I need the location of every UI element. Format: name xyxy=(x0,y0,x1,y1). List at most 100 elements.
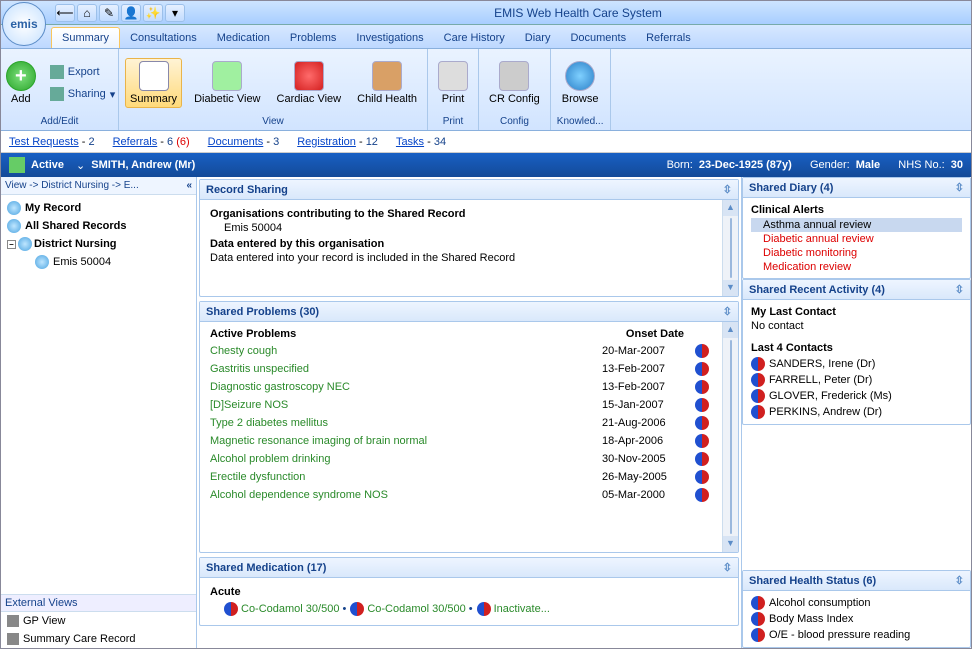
problem-row[interactable]: Erectile dysfunction26-May-2005 xyxy=(210,468,712,486)
expand-icon[interactable]: ⇳ xyxy=(723,305,732,318)
problem-name: [D]Seizure NOS xyxy=(210,396,602,414)
notification-strip: Test Requests - 2 Referrals - 6 (6) Docu… xyxy=(1,131,971,153)
summary-view-button[interactable]: Summary xyxy=(125,58,182,108)
link-referrals[interactable]: Referrals xyxy=(113,136,158,148)
problem-row[interactable]: Gastritis unspecified13-Feb-2007 xyxy=(210,360,712,378)
expand-icon[interactable]: ⇳ xyxy=(955,283,964,296)
onset-date: 15-Jan-2007 xyxy=(602,396,692,414)
shared-icon xyxy=(695,362,709,376)
problems-table: Active ProblemsOnset Date Chesty cough20… xyxy=(210,326,712,504)
clinical-alert[interactable]: Diabetic monitoring xyxy=(751,246,962,260)
medication-item[interactable]: Co-Codamol 30/500 • xyxy=(224,602,346,616)
link-documents[interactable]: Documents xyxy=(208,136,264,148)
add-label: Add xyxy=(11,93,31,105)
contact-item[interactable]: PERKINS, Andrew (Dr) xyxy=(751,404,962,420)
link-registration[interactable]: Registration xyxy=(297,136,356,148)
tab-medication[interactable]: Medication xyxy=(207,28,280,48)
onset-date: 13-Feb-2007 xyxy=(602,360,692,378)
problem-row[interactable]: Alcohol problem drinking30-Nov-2005 xyxy=(210,450,712,468)
main-content: View -> District Nursing -> E... « My Re… xyxy=(1,177,971,648)
medication-item[interactable]: Co-Codamol 30/500 • xyxy=(350,602,472,616)
gear-icon xyxy=(499,61,529,91)
collapse-node-icon[interactable]: – xyxy=(7,240,16,249)
tree-district-nursing[interactable]: –District Nursing xyxy=(7,235,190,253)
scrollbar[interactable]: ▲▼ xyxy=(722,200,738,296)
health-status-item[interactable]: Alcohol consumption xyxy=(751,595,962,611)
problem-row[interactable]: Diagnostic gastroscopy NEC13-Feb-2007 xyxy=(210,378,712,396)
health-status-item[interactable]: O/E - blood pressure reading xyxy=(751,627,962,643)
contact-item[interactable]: FARRELL, Peter (Dr) xyxy=(751,372,962,388)
sharing-button[interactable]: Sharing ▾ xyxy=(48,85,117,103)
tab-referrals[interactable]: Referrals xyxy=(636,28,701,48)
orgs-heading: Organisations contributing to the Shared… xyxy=(210,208,712,220)
shared-icon xyxy=(695,452,709,466)
onset-date: 26-May-2005 xyxy=(602,468,692,486)
problem-row[interactable]: Magnetic resonance imaging of brain norm… xyxy=(210,432,712,450)
problem-row[interactable]: [D]Seizure NOS15-Jan-2007 xyxy=(210,396,712,414)
external-gp-view[interactable]: GP View xyxy=(1,612,196,630)
problem-row[interactable]: Chesty cough20-Mar-2007 xyxy=(210,342,712,360)
back-icon[interactable]: ⟵ xyxy=(55,4,75,22)
record-icon xyxy=(7,219,21,233)
tab-documents[interactable]: Documents xyxy=(560,28,636,48)
tab-care-history[interactable]: Care History xyxy=(434,28,515,48)
link-tasks[interactable]: Tasks xyxy=(396,136,424,148)
diabetic-view-button[interactable]: Diabetic View xyxy=(190,59,264,107)
expand-icon[interactable]: ⇳ xyxy=(955,574,964,587)
recent-title: Shared Recent Activity (4) xyxy=(749,284,885,296)
shared-diary-section: Shared Diary (4)⇳ Clinical Alerts Asthma… xyxy=(742,177,971,279)
recent-activity-section: Shared Recent Activity (4)⇳ My Last Cont… xyxy=(742,279,971,425)
medication-item[interactable]: Inactivate... xyxy=(477,602,550,616)
patient-banner: Active ⌄ SMITH, Andrew (Mr) Born: 23-Dec… xyxy=(1,153,971,177)
tree-all-shared[interactable]: All Shared Records xyxy=(7,217,190,235)
problem-row[interactable]: Alcohol dependence syndrome NOS05-Mar-20… xyxy=(210,486,712,504)
contact-item[interactable]: SANDERS, Irene (Dr) xyxy=(751,356,962,372)
problem-row[interactable]: Type 2 diabetes mellitus21-Aug-2006 xyxy=(210,414,712,432)
cr-config-button[interactable]: CR Config xyxy=(485,59,544,107)
tab-summary[interactable]: Summary xyxy=(51,27,120,48)
chevron-down-icon[interactable]: ⌄ xyxy=(76,159,85,172)
collapse-left-icon[interactable]: « xyxy=(186,180,192,191)
add-button[interactable]: + Add xyxy=(2,59,40,107)
problem-name: Alcohol problem drinking xyxy=(210,450,602,468)
wand-icon[interactable]: ✨ xyxy=(143,4,163,22)
health-status-item[interactable]: Body Mass Index xyxy=(751,611,962,627)
expand-icon[interactable]: ⇳ xyxy=(723,183,732,196)
tree-emis[interactable]: Emis 50004 xyxy=(7,253,190,271)
app-logo[interactable]: emis xyxy=(2,2,46,46)
shared-medication-section: Shared Medication (17)⇳ Acute Co-Codamol… xyxy=(199,557,739,626)
sharing-icon xyxy=(50,87,64,101)
printer-icon xyxy=(438,61,468,91)
expand-icon[interactable]: ⇳ xyxy=(723,561,732,574)
scrollbar[interactable]: ▲▼ xyxy=(722,322,738,552)
onset-date: 13-Feb-2007 xyxy=(602,378,692,396)
home-icon[interactable]: ⌂ xyxy=(77,4,97,22)
tree-my-record[interactable]: My Record xyxy=(7,199,190,217)
onset-date: 18-Apr-2006 xyxy=(602,432,692,450)
user-icon[interactable]: 👤 xyxy=(121,4,141,22)
cardiac-view-button[interactable]: Cardiac View xyxy=(273,59,346,107)
clinical-alert[interactable]: Medication review xyxy=(751,260,962,274)
print-button[interactable]: Print xyxy=(434,59,472,107)
tab-consultations[interactable]: Consultations xyxy=(120,28,207,48)
child-health-button[interactable]: Child Health xyxy=(353,59,421,107)
clinical-alert[interactable]: Diabetic annual review xyxy=(751,232,962,246)
shared-icon xyxy=(224,602,238,616)
expand-icon[interactable]: ⇳ xyxy=(955,181,964,194)
tab-problems[interactable]: Problems xyxy=(280,28,346,48)
titlebar: emis ⟵ ⌂ ✎ 👤 ✨ ▾ EMIS Web Health Care Sy… xyxy=(1,1,971,25)
browse-button[interactable]: Browse xyxy=(558,59,603,107)
edit-icon[interactable]: ✎ xyxy=(99,4,119,22)
clinical-alert[interactable]: Asthma annual review xyxy=(751,218,962,232)
plus-icon: + xyxy=(6,61,36,91)
tab-diary[interactable]: Diary xyxy=(515,28,561,48)
quick-access-toolbar: ⟵ ⌂ ✎ 👤 ✨ ▾ xyxy=(55,4,185,22)
contact-item[interactable]: GLOVER, Frederick (Ms) xyxy=(751,388,962,404)
shared-icon xyxy=(477,602,491,616)
qat-dropdown-icon[interactable]: ▾ xyxy=(165,4,185,22)
shared-icon xyxy=(695,434,709,448)
export-button[interactable]: Export xyxy=(48,63,117,81)
tab-investigations[interactable]: Investigations xyxy=(346,28,433,48)
link-test-requests[interactable]: Test Requests xyxy=(9,136,79,148)
external-scr[interactable]: Summary Care Record xyxy=(1,630,196,648)
